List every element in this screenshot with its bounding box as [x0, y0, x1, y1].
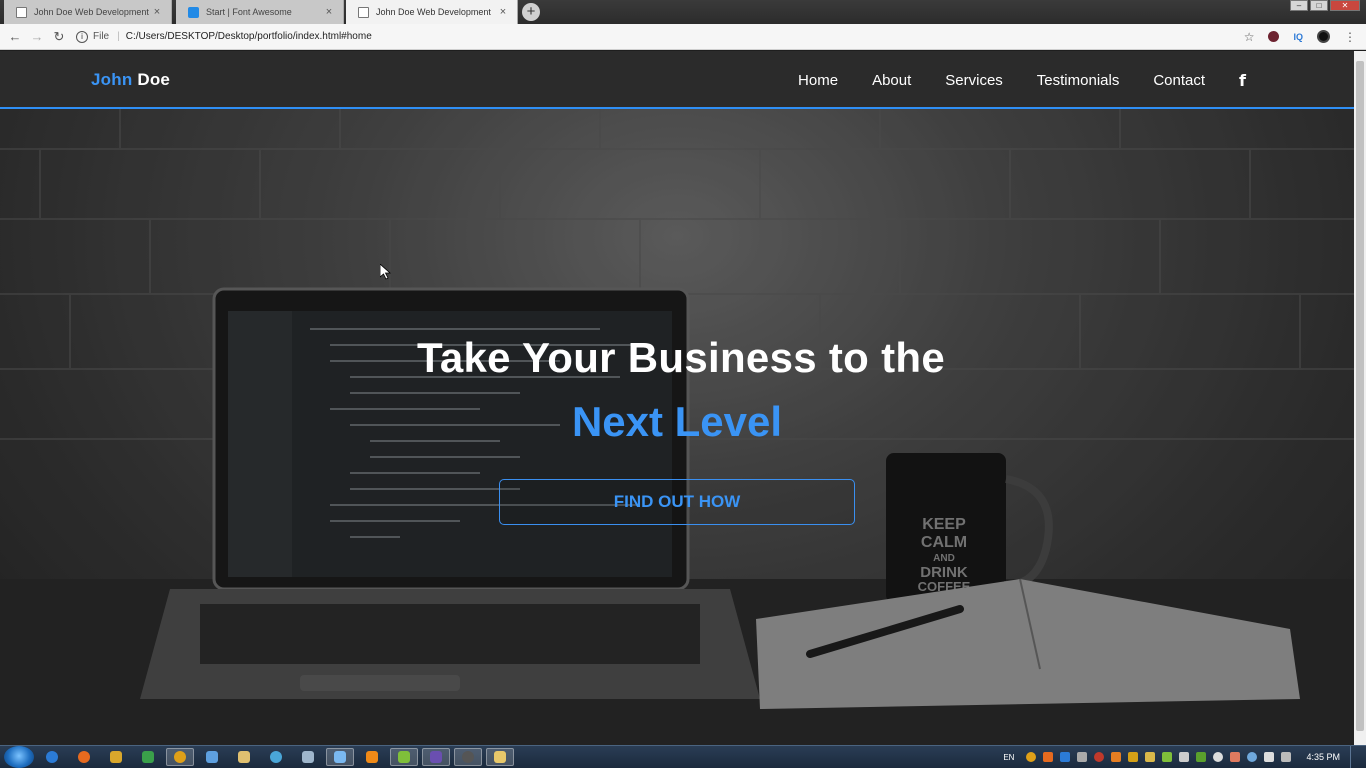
back-arrow-icon[interactable]: ← — [4, 29, 26, 44]
brand-first-name: John — [91, 70, 133, 89]
document-icon — [16, 6, 27, 18]
app-icon[interactable] — [102, 748, 130, 766]
file-explorer-icon[interactable] — [486, 748, 514, 766]
app-icon[interactable] — [422, 748, 450, 766]
mouse-cursor-icon — [380, 264, 392, 280]
nav-link-services[interactable]: Services — [945, 72, 1003, 89]
hero-content: Take Your Business to the Next Level FIN… — [0, 331, 1354, 525]
toolbar-actions: ☆ IQ ⋮ — [1230, 30, 1356, 44]
tray-icon[interactable] — [1196, 752, 1207, 762]
language-indicator[interactable]: EN — [1003, 753, 1014, 762]
browser-tab[interactable]: Start | Font Awesome × — [176, 0, 344, 24]
menu-icon[interactable]: ⋮ — [1344, 30, 1356, 44]
browser-toolbar: ← → ↻ i File | C:/Users/DESKTOP/Desktop/… — [0, 24, 1366, 50]
tray-icon[interactable] — [1145, 752, 1156, 762]
browser-tab-active[interactable]: John Doe Web Development × — [346, 0, 518, 24]
scrollbar-thumb[interactable] — [1356, 61, 1364, 731]
maximize-button[interactable]: □ — [1310, 0, 1328, 11]
tray-icon[interactable] — [1128, 752, 1139, 762]
tray-icon[interactable] — [1077, 752, 1088, 762]
browser-tab[interactable]: John Doe Web Development × — [4, 0, 172, 24]
start-button[interactable] — [4, 746, 34, 768]
url-separator: | — [117, 31, 120, 42]
page-scrollbar[interactable] — [1354, 51, 1366, 745]
minimize-button[interactable]: – — [1290, 0, 1308, 11]
app-icon[interactable] — [390, 748, 418, 766]
document-icon — [358, 6, 369, 18]
tray-icon[interactable] — [1026, 752, 1037, 762]
tab-title: Start | Font Awesome — [206, 7, 292, 17]
system-tray: EN 4:35 PM — [1003, 746, 1366, 768]
app-icon[interactable] — [294, 748, 322, 766]
tab-close-icon[interactable]: × — [323, 6, 335, 18]
show-desktop-button[interactable] — [1350, 746, 1360, 768]
tab-title: John Doe Web Development — [376, 7, 491, 17]
app-icon[interactable] — [262, 748, 290, 766]
facebook-icon[interactable]: f — [1239, 71, 1246, 90]
ie-icon[interactable] — [38, 748, 66, 766]
clock[interactable]: 4:35 PM — [1306, 752, 1340, 762]
site-navbar: John Doe Home About Services Testimonial… — [0, 51, 1354, 109]
app-icon[interactable] — [198, 748, 226, 766]
url-scheme-label: File — [93, 31, 110, 42]
network-icon[interactable] — [1281, 752, 1292, 762]
hero-headline: Take Your Business to the — [417, 334, 945, 381]
info-icon[interactable]: i — [76, 30, 88, 43]
close-window-button[interactable]: ✕ — [1330, 0, 1360, 11]
brand-last-name: Doe — [137, 70, 171, 89]
hero-section: KEEP CALM AND DRINK COFFEE Take Your Bus… — [0, 109, 1354, 745]
tray-icon[interactable] — [1111, 752, 1122, 762]
tray-icon[interactable] — [1230, 752, 1241, 762]
extension-icon[interactable] — [1317, 30, 1330, 43]
tab-title: John Doe Web Development — [34, 7, 149, 17]
forward-arrow-icon[interactable]: → — [26, 29, 48, 44]
window-controls: – □ ✕ — [1288, 0, 1360, 11]
nav-link-about[interactable]: About — [872, 72, 911, 89]
tray-icon[interactable] — [1162, 752, 1173, 762]
iq-extension-icon[interactable]: IQ — [1293, 32, 1303, 42]
reload-icon[interactable]: ↻ — [48, 29, 70, 45]
volume-icon[interactable] — [1179, 752, 1190, 762]
firefox-icon[interactable] — [70, 748, 98, 766]
app-icon[interactable] — [326, 748, 354, 766]
tray-icon[interactable] — [1213, 752, 1224, 762]
app-icon[interactable] — [230, 748, 258, 766]
tray-icon[interactable] — [1060, 752, 1071, 762]
tray-icon[interactable] — [1094, 752, 1105, 762]
new-tab-button[interactable]: + — [522, 3, 540, 21]
browser-tab-strip: John Doe Web Development × Start | Font … — [0, 0, 1366, 24]
nav-link-home[interactable]: Home — [798, 72, 838, 89]
page-viewport: KEEP CALM AND DRINK COFFEE Take Your Bus… — [0, 51, 1354, 745]
font-awesome-icon — [188, 6, 199, 18]
app-icon[interactable] — [454, 748, 482, 766]
tray-icon[interactable] — [1247, 752, 1258, 762]
find-out-how-button[interactable]: FIND OUT HOW — [499, 479, 855, 525]
url-text[interactable]: C:/Users/DESKTOP/Desktop/portfolio/index… — [126, 31, 372, 42]
tab-close-icon[interactable]: × — [497, 6, 509, 18]
site-nav: Home About Services Testimonials Contact… — [764, 51, 1354, 109]
nav-link-contact[interactable]: Contact — [1153, 72, 1205, 89]
chrome-icon[interactable] — [166, 748, 194, 766]
nav-link-testimonials[interactable]: Testimonials — [1037, 72, 1120, 89]
flag-icon[interactable] — [1264, 752, 1275, 762]
site-brand[interactable]: John Doe — [91, 70, 170, 90]
bookmark-star-icon[interactable]: ☆ — [1244, 30, 1255, 44]
tab-close-icon[interactable]: × — [151, 6, 163, 18]
tray-icon[interactable] — [1043, 752, 1054, 762]
hero-subheadline: Next Level — [571, 398, 783, 445]
vlc-icon[interactable] — [358, 748, 386, 766]
app-icon[interactable] — [134, 748, 162, 766]
address-bar[interactable]: i File | C:/Users/DESKTOP/Desktop/portfo… — [76, 27, 1226, 47]
extension-icon[interactable] — [1268, 31, 1280, 42]
windows-taskbar: EN 4:35 PM — [0, 745, 1366, 768]
